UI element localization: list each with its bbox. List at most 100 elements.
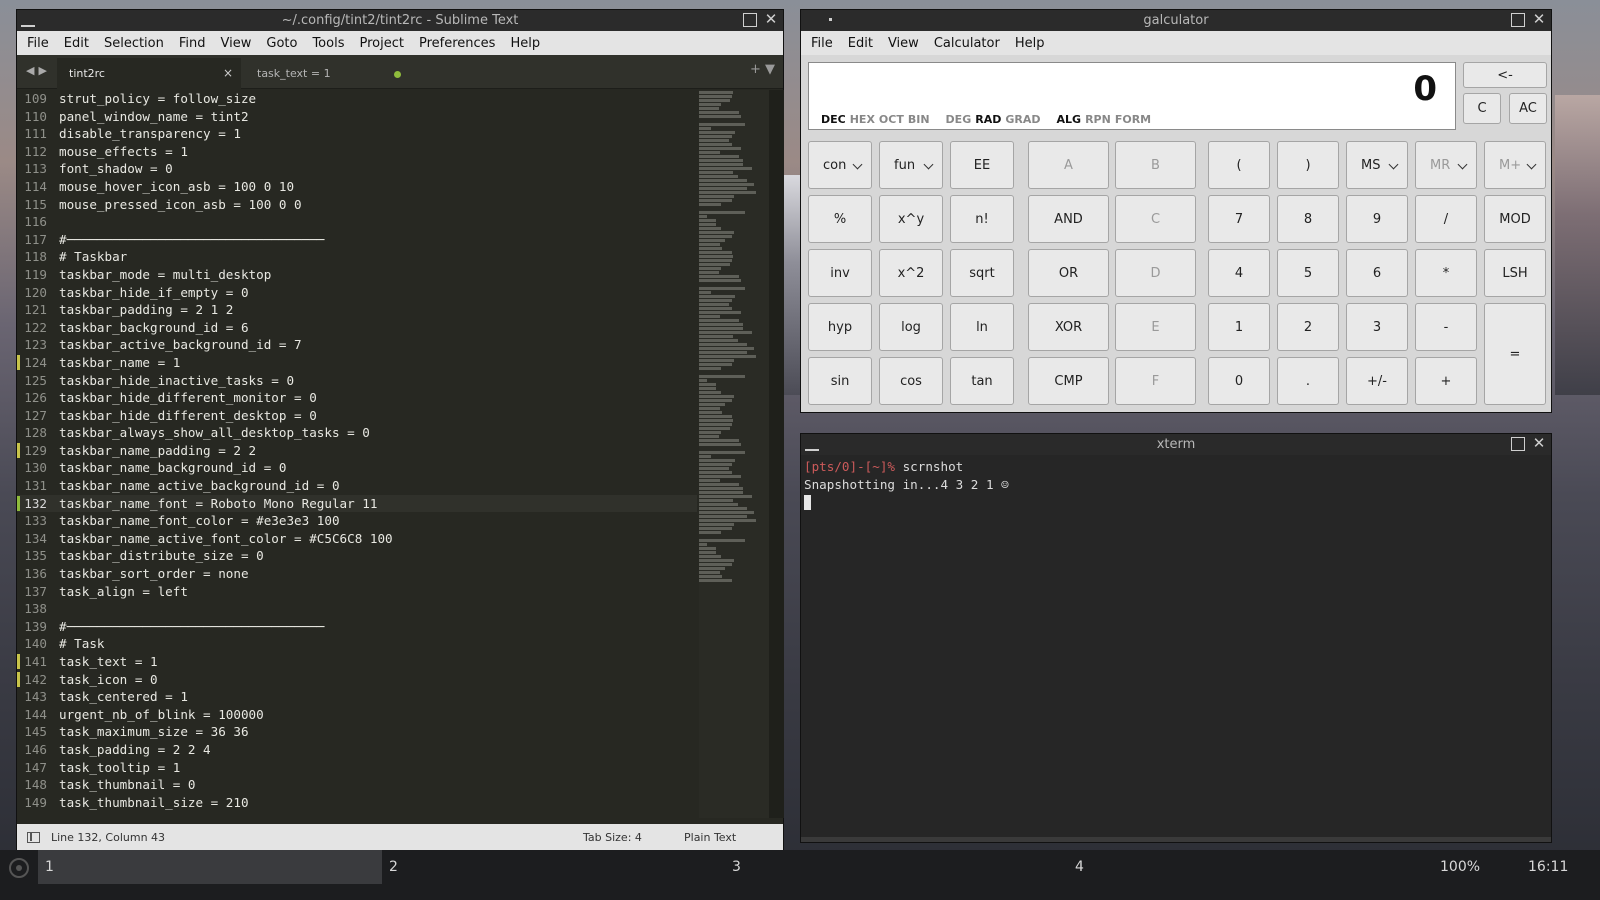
vertical-scrollbar[interactable] — [769, 90, 784, 818]
calc-button-0-5[interactable]: ( — [1208, 141, 1270, 189]
close-icon[interactable]: ✕ — [1531, 12, 1547, 28]
menu-item-view[interactable]: View — [215, 36, 261, 51]
mode-grad[interactable]: GRAD — [1005, 113, 1040, 126]
panel-logo-icon[interactable] — [9, 858, 29, 878]
menu-item-goto[interactable]: Goto — [260, 36, 306, 51]
mode-rpn[interactable]: RPN — [1085, 113, 1111, 126]
window-menu-icon[interactable] — [21, 25, 35, 27]
code-line[interactable]: 140 # Task — [17, 635, 697, 653]
calc-button-3-3[interactable]: XOR — [1028, 303, 1109, 351]
mode-rad[interactable]: RAD — [975, 113, 1001, 126]
close-icon[interactable]: ✕ — [763, 12, 779, 28]
maximize-icon[interactable] — [1511, 437, 1525, 451]
code-line[interactable]: 123 taskbar_active_background_id = 7 — [17, 336, 697, 354]
menu-item-file[interactable]: File — [805, 36, 842, 51]
menu-item-project[interactable]: Project — [353, 36, 412, 51]
code-line[interactable]: 120 taskbar_hide_if_empty = 0 — [17, 284, 697, 302]
calc-button-4-1[interactable]: cos — [879, 357, 943, 405]
menu-item-preferences[interactable]: Preferences — [413, 36, 504, 51]
window-menu-icon[interactable] — [805, 449, 819, 451]
calc-button-2-1[interactable]: x^2 — [879, 249, 943, 297]
calc-button-1-8[interactable]: / — [1415, 195, 1477, 243]
window-menu-icon[interactable] — [829, 18, 832, 21]
code-line[interactable]: 114 mouse_hover_icon_asb = 100 0 10 — [17, 178, 697, 196]
code-line[interactable]: 129 taskbar_name_padding = 2 2 — [17, 442, 697, 460]
calc-button-4-2[interactable]: tan — [950, 357, 1014, 405]
code-line[interactable]: 148 task_thumbnail = 0 — [17, 776, 697, 794]
tab-nav-arrows-icon[interactable]: ◀▶ — [26, 64, 51, 77]
mode-hex[interactable]: HEX — [850, 113, 875, 126]
calc-button-2-4[interactable]: D — [1115, 249, 1196, 297]
calc-button-2-3[interactable]: OR — [1028, 249, 1109, 297]
code-line[interactable]: 110 panel_window_name = tint2 — [17, 108, 697, 126]
calc-button-0-2[interactable]: EE — [950, 141, 1014, 189]
calc-button-2-6[interactable]: 5 — [1277, 249, 1339, 297]
calc-button-2-8[interactable]: * — [1415, 249, 1477, 297]
new-tab-icon[interactable]: + ▼ — [750, 62, 775, 77]
calc-button-0-6[interactable]: ) — [1277, 141, 1339, 189]
calc-button-0[interactable]: <- — [1463, 62, 1547, 88]
maximize-icon[interactable] — [743, 13, 757, 27]
workspace-2[interactable]: 2 — [382, 850, 725, 884]
calc-button-2-2[interactable]: sqrt — [950, 249, 1014, 297]
calc-button-2-0[interactable]: inv — [808, 249, 872, 297]
calc-button-1-6[interactable]: 8 — [1277, 195, 1339, 243]
calc-button-2-7[interactable]: 6 — [1346, 249, 1408, 297]
menu-item-file[interactable]: File — [21, 36, 58, 51]
calc-button-0-0[interactable]: con — [808, 141, 872, 189]
calc-button-3-4[interactable]: E — [1115, 303, 1196, 351]
calc-button-3-9[interactable]: = — [1484, 303, 1546, 405]
menu-item-help[interactable]: Help — [504, 36, 549, 51]
terminal-output[interactable]: [pts/0]-[~]% scrnshot Snapshotting in...… — [804, 458, 1009, 511]
tab-task-text[interactable]: task_text = 1 — [245, 58, 415, 89]
calc-button-4-3[interactable]: CMP — [1028, 357, 1109, 405]
code-line[interactable]: 137 task_align = left — [17, 583, 697, 601]
terminal-scrollbar[interactable] — [801, 837, 1551, 842]
code-line[interactable]: 133 taskbar_name_font_color = #e3e3e3 100 — [17, 512, 697, 530]
calc-button-1-3[interactable]: AND — [1028, 195, 1109, 243]
calc-button-3-5[interactable]: 1 — [1208, 303, 1270, 351]
mode-deg[interactable]: DEG — [946, 113, 972, 126]
code-line[interactable]: 119 taskbar_mode = multi_desktop — [17, 266, 697, 284]
tab-tint2rc[interactable]: tint2rc × — [57, 58, 241, 89]
calc-button-3-0[interactable]: hyp — [808, 303, 872, 351]
calc-button-1-5[interactable]: 7 — [1208, 195, 1270, 243]
code-line[interactable]: 111 disable_transparency = 1 — [17, 125, 697, 143]
calc-button-4-5[interactable]: 0 — [1208, 357, 1270, 405]
code-line[interactable]: 115 mouse_pressed_icon_asb = 100 0 0 — [17, 196, 697, 214]
workspace-3[interactable]: 3 — [725, 850, 1068, 884]
code-line[interactable]: 117 #────────────────────────────────── — [17, 231, 697, 249]
code-line[interactable]: 112 mouse_effects = 1 — [17, 143, 697, 161]
calc-button-2-9[interactable]: LSH — [1484, 249, 1546, 297]
maximize-icon[interactable] — [1511, 13, 1525, 27]
calc-button-1-7[interactable]: 9 — [1346, 195, 1408, 243]
close-icon[interactable]: ✕ — [1531, 436, 1547, 452]
menu-item-calculator[interactable]: Calculator — [928, 36, 1009, 51]
workspace-1[interactable]: 1 — [38, 850, 382, 884]
calc-button-0-3[interactable]: A — [1028, 141, 1109, 189]
calc-button-2-5[interactable]: 4 — [1208, 249, 1270, 297]
calc-button-1-9[interactable]: MOD — [1484, 195, 1546, 243]
calc-button-3-1[interactable]: log — [879, 303, 943, 351]
calc-button-4-8[interactable]: + — [1415, 357, 1477, 405]
mode-form[interactable]: FORM — [1115, 113, 1151, 126]
minimap[interactable] — [699, 90, 769, 818]
calc-button-3-7[interactable]: 3 — [1346, 303, 1408, 351]
code-line[interactable]: 145 task_maximum_size = 36 36 — [17, 723, 697, 741]
code-line[interactable]: 113 font_shadow = 0 — [17, 160, 697, 178]
menu-item-help[interactable]: Help — [1009, 36, 1054, 51]
calc-button-4-4[interactable]: F — [1115, 357, 1196, 405]
calc-button-2[interactable]: AC — [1509, 93, 1547, 124]
code-editor[interactable]: 109 strut_policy = follow_size 110 panel_wi… — [17, 90, 697, 818]
calc-button-0-7[interactable]: MS — [1346, 141, 1408, 189]
code-line[interactable]: 118 # Taskbar — [17, 248, 697, 266]
tab-close-icon[interactable]: × — [223, 58, 233, 89]
tab-size[interactable]: Tab Size: 4 — [583, 824, 642, 852]
code-line[interactable]: 122 taskbar_background_id = 6 — [17, 319, 697, 337]
code-line[interactable]: 132 taskbar_name_font = Roboto Mono Regul… — [17, 494, 697, 513]
calc-button-3-2[interactable]: ln — [950, 303, 1014, 351]
calc-button-3-8[interactable]: - — [1415, 303, 1477, 351]
calc-button-4-6[interactable]: . — [1277, 357, 1339, 405]
code-line[interactable]: 109 strut_policy = follow_size — [17, 90, 697, 108]
code-line[interactable]: 143 task_centered = 1 — [17, 688, 697, 706]
